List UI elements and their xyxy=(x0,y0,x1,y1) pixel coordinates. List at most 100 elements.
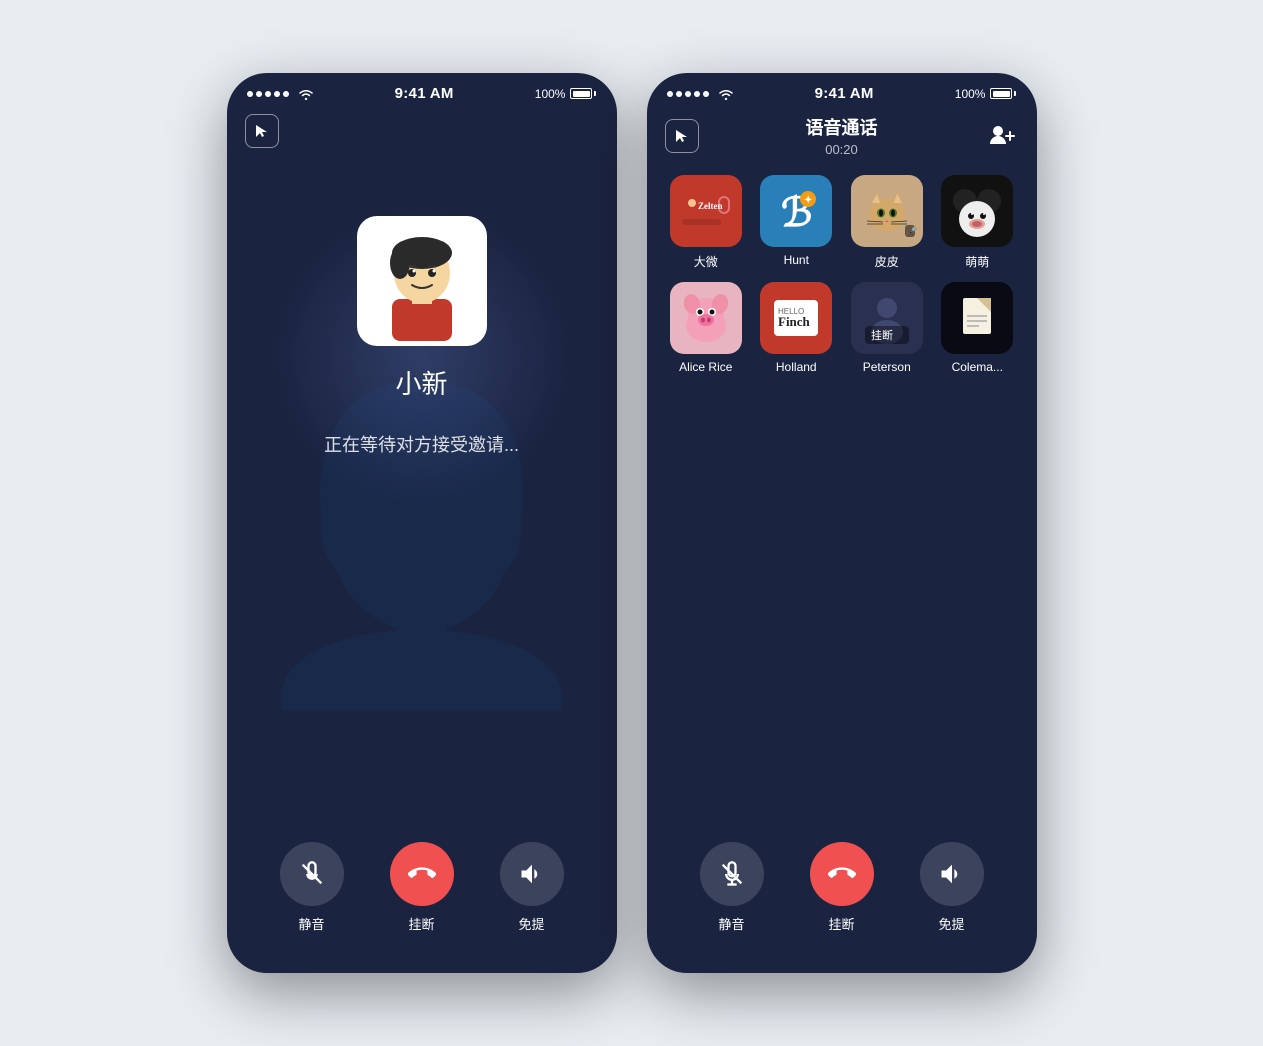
avatar-peterson: 挂断 xyxy=(851,282,923,354)
name-alice: Alice Rice xyxy=(679,360,732,374)
hangup-icon-2 xyxy=(828,860,856,888)
app-icon-1[interactable] xyxy=(245,114,279,148)
mute-label: 静音 xyxy=(298,914,324,933)
name-dawei: 大微 xyxy=(694,253,718,270)
wifi-icon-2 xyxy=(718,88,734,100)
add-person-button[interactable] xyxy=(985,119,1019,153)
hangup-control[interactable]: 挂断 xyxy=(390,842,454,933)
mug-svg: Zelten xyxy=(676,181,736,241)
app-icon-2[interactable] xyxy=(665,119,699,153)
status-bar-2: 9:41 AM 100% xyxy=(647,73,1037,110)
mic-off-icon-2 xyxy=(718,860,746,888)
speaker-icon-2 xyxy=(938,860,966,888)
status-time-1: 9:41 AM xyxy=(395,85,454,102)
cursor-icon-2 xyxy=(673,127,691,145)
calling-status: 正在等待对方接受邀请... xyxy=(324,431,519,457)
name-peterson: Peterson xyxy=(863,360,911,374)
coleman-svg xyxy=(947,288,1007,348)
battery-area-1: 100% xyxy=(535,87,597,101)
mute-button[interactable] xyxy=(280,842,344,906)
mute-button-2[interactable] xyxy=(700,842,764,906)
battery-area-2: 100% xyxy=(955,87,1017,101)
hunt-svg: ℬ ✦ xyxy=(766,181,826,241)
name-hunt: Hunt xyxy=(784,253,809,267)
name-holland: Holland xyxy=(776,360,817,374)
mute-control[interactable]: 静音 xyxy=(280,842,344,933)
phones-container: 9:41 AM 100% 👤 xyxy=(227,73,1037,973)
signal-dots xyxy=(247,91,289,97)
svg-text:Finch: Finch xyxy=(778,314,811,329)
pig-svg xyxy=(676,288,736,348)
speaker-label: 免提 xyxy=(518,914,544,933)
call-title: 语音通话 xyxy=(806,114,878,140)
caller-name: 小新 xyxy=(395,364,447,401)
svg-text:Zelten: Zelten xyxy=(698,201,723,211)
speaker-button[interactable] xyxy=(500,842,564,906)
battery-percent-1: 100% xyxy=(535,87,566,101)
wifi-icon xyxy=(298,88,314,100)
phone-2: 9:41 AM 100% 语音通话 00:20 xyxy=(647,73,1037,973)
speaker-button-2[interactable] xyxy=(920,842,984,906)
group-call-content: Zelten 大微 ℬ ✦ Hunt xyxy=(647,165,1037,822)
header-1 xyxy=(227,110,617,156)
add-person-icon xyxy=(988,124,1016,148)
avatar-pipi: 🎤 xyxy=(851,175,923,247)
participant-peterson: 挂断 Peterson xyxy=(848,282,927,374)
disconnect-svg: 挂断 xyxy=(857,288,917,348)
signal-dots-2 xyxy=(667,91,709,97)
avatar-alice xyxy=(670,282,742,354)
battery-icon-1 xyxy=(570,88,596,99)
avatar-holland: HELLO Finch xyxy=(760,282,832,354)
controls-1: 静音 挂断 免提 xyxy=(227,822,617,973)
finch-svg: HELLO Finch xyxy=(766,288,826,348)
controls-2: 静音 挂断 免提 xyxy=(647,822,1037,973)
avatar-coleman xyxy=(941,282,1013,354)
speaker-icon xyxy=(518,860,546,888)
cursor-icon-1 xyxy=(253,122,271,140)
mute-label-2: 静音 xyxy=(718,914,744,933)
signal-area xyxy=(247,88,314,100)
participant-coleman: Colema... xyxy=(938,282,1017,374)
avatar-mengmeng xyxy=(941,175,1013,247)
participant-mengmeng: 萌萌 xyxy=(938,175,1017,270)
status-time-2: 9:41 AM xyxy=(815,85,874,102)
battery-icon-2 xyxy=(990,88,1016,99)
name-mengmeng: 萌萌 xyxy=(965,253,989,270)
header-title-group: 语音通话 00:20 xyxy=(806,114,878,157)
signal-area-2 xyxy=(667,88,734,100)
avatar-hunt: ℬ ✦ xyxy=(760,175,832,247)
header-2: 语音通话 00:20 xyxy=(647,110,1037,165)
cartoon-svg xyxy=(947,181,1007,241)
participant-hunt: ℬ ✦ Hunt xyxy=(757,175,836,270)
hangup-label-2: 挂断 xyxy=(828,914,854,933)
phone-1: 9:41 AM 100% 👤 xyxy=(227,73,617,973)
participant-holland: HELLO Finch Holland xyxy=(757,282,836,374)
caller-avatar-svg xyxy=(362,221,482,341)
name-pipi: 皮皮 xyxy=(875,253,899,270)
hangup-label: 挂断 xyxy=(408,914,434,933)
name-coleman: Colema... xyxy=(952,360,1003,374)
hangup-button-2[interactable] xyxy=(810,842,874,906)
mute-control-2[interactable]: 静音 xyxy=(700,842,764,933)
caller-avatar xyxy=(357,216,487,346)
participant-pipi: 🎤 皮皮 xyxy=(848,175,927,270)
svg-text:挂断: 挂断 xyxy=(871,328,893,342)
avatar-dawei: Zelten xyxy=(670,175,742,247)
hangup-control-2[interactable]: 挂断 xyxy=(810,842,874,933)
hangup-button[interactable] xyxy=(390,842,454,906)
cat-svg: 🎤 xyxy=(857,181,917,241)
participants-grid: Zelten 大微 ℬ ✦ Hunt xyxy=(667,175,1017,374)
status-bar-1: 9:41 AM 100% xyxy=(227,73,617,110)
speaker-label-2: 免提 xyxy=(938,914,964,933)
svg-text:✦: ✦ xyxy=(804,195,812,206)
calling-content: 👤 xyxy=(227,156,617,822)
svg-text:🎤: 🎤 xyxy=(907,226,917,236)
battery-percent-2: 100% xyxy=(955,87,986,101)
speaker-control[interactable]: 免提 xyxy=(500,842,564,933)
participant-dawei: Zelten 大微 xyxy=(667,175,746,270)
speaker-control-2[interactable]: 免提 xyxy=(920,842,984,933)
hangup-icon xyxy=(408,860,436,888)
mic-off-icon xyxy=(298,860,326,888)
call-duration: 00:20 xyxy=(825,142,858,157)
participant-alice: Alice Rice xyxy=(667,282,746,374)
